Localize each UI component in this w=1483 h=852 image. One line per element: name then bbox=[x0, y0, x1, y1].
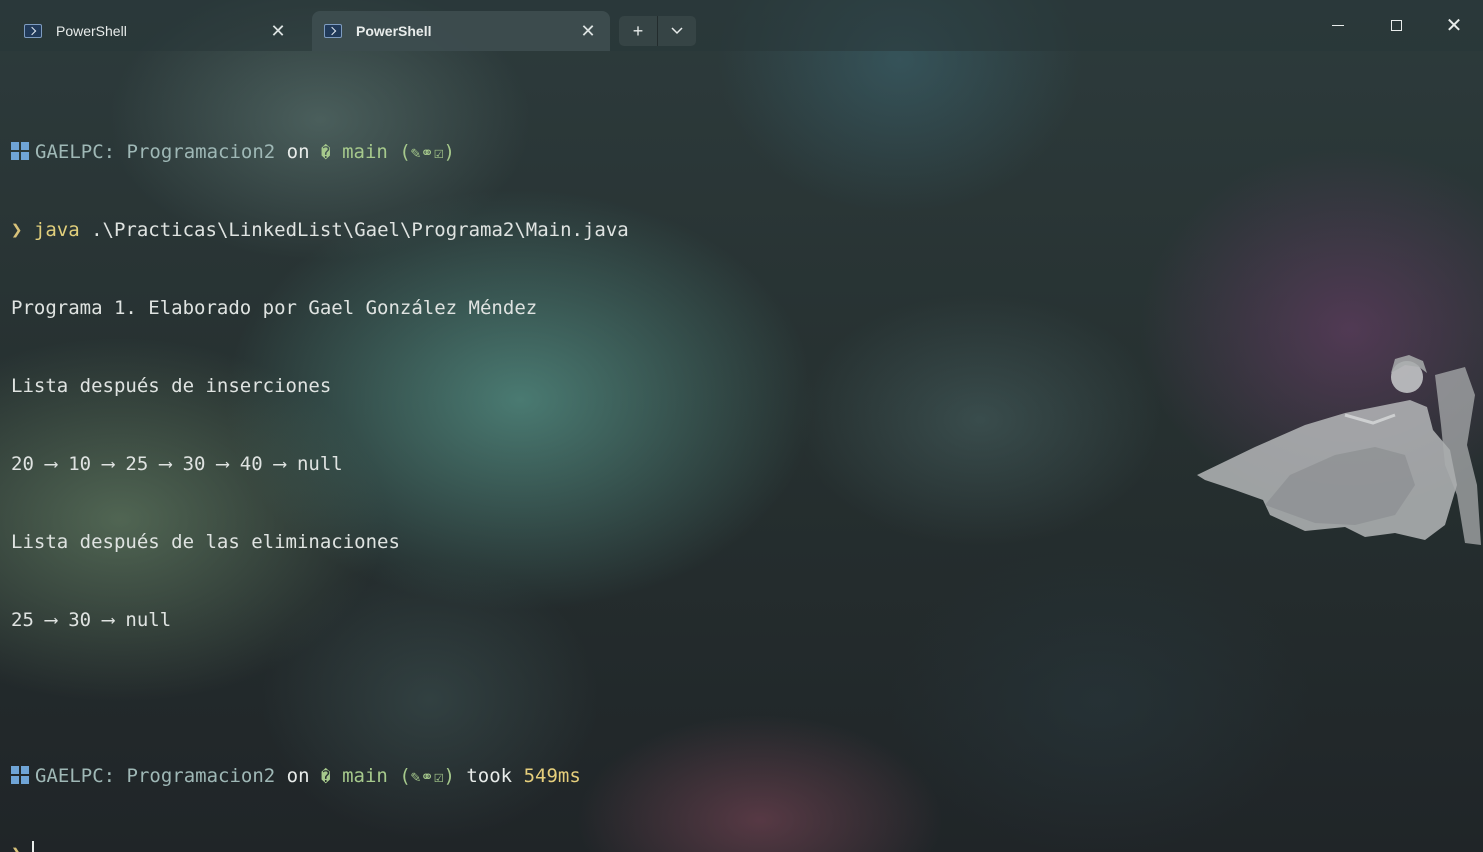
prompt-host: GAELPC: Programacion2 bbox=[35, 765, 276, 787]
close-tab-icon[interactable]: ✕ bbox=[264, 17, 292, 45]
powershell-icon bbox=[24, 24, 42, 38]
powershell-icon bbox=[324, 24, 342, 38]
prompt-line: GAELPC: Programacion2 on � main (✎⚭☑) to… bbox=[11, 763, 629, 789]
git-status-open: ( bbox=[399, 141, 411, 163]
background-character-illustration bbox=[1197, 355, 1481, 545]
tab-actions: + bbox=[619, 16, 696, 46]
prompt-branch: main bbox=[342, 141, 388, 163]
maximize-button[interactable] bbox=[1367, 0, 1425, 51]
git-status-icons: ✎⚭☑ bbox=[410, 767, 444, 786]
close-icon: ✕ bbox=[1445, 14, 1463, 37]
prompt-on: on bbox=[286, 141, 310, 163]
output-line: Lista después de inserciones bbox=[11, 375, 332, 397]
windows-icon bbox=[11, 142, 29, 160]
tab-label: PowerShell bbox=[356, 23, 432, 39]
git-status-close: ) bbox=[443, 141, 455, 163]
chevron-down-icon bbox=[671, 27, 683, 35]
git-status-icons: ✎⚭☑ bbox=[410, 143, 444, 162]
output-line: Lista después de las eliminaciones bbox=[11, 531, 400, 553]
text-cursor bbox=[32, 841, 35, 852]
git-status-open: ( bbox=[399, 765, 411, 787]
command-line: ❯ java .\Practicas\LinkedList\Gael\Progr… bbox=[11, 217, 629, 243]
took-label: took bbox=[466, 765, 513, 787]
title-bar: PowerShell ✕ PowerShell ✕ + ✕ bbox=[0, 0, 1483, 51]
maximize-icon bbox=[1390, 20, 1402, 31]
close-window-button[interactable]: ✕ bbox=[1425, 0, 1483, 51]
input-line[interactable]: ❯ bbox=[11, 841, 629, 852]
command-args: .\Practicas\LinkedList\Gael\Programa2\Ma… bbox=[79, 219, 629, 241]
minimize-button[interactable] bbox=[1309, 0, 1367, 51]
windows-icon bbox=[11, 766, 29, 784]
output-line: Programa 1. Elaborado por Gael González … bbox=[11, 297, 538, 319]
prompt-host: GAELPC: Programacion2 bbox=[35, 141, 276, 163]
git-status-close: ) bbox=[443, 765, 455, 787]
output-line: 25 ⟶ 30 ⟶ null bbox=[11, 609, 172, 631]
git-branch-icon: � bbox=[321, 143, 331, 162]
tab-powershell-1[interactable]: PowerShell ✕ bbox=[12, 11, 300, 51]
close-tab-icon[interactable]: ✕ bbox=[574, 17, 602, 45]
prompt-on: on bbox=[286, 765, 310, 787]
command-duration: 549ms bbox=[523, 765, 581, 787]
prompt-line: GAELPC: Programacion2 on � main (✎⚭☑) bbox=[11, 139, 629, 165]
git-branch-icon: � bbox=[321, 767, 331, 786]
prompt-symbol: ❯ bbox=[11, 843, 22, 852]
prompt-branch: main bbox=[342, 765, 388, 787]
tab-dropdown-button[interactable] bbox=[658, 16, 696, 46]
output-line: 20 ⟶ 10 ⟶ 25 ⟶ 30 ⟶ 40 ⟶ null bbox=[11, 453, 343, 475]
terminal-output[interactable]: GAELPC: Programacion2 on � main (✎⚭☑) ❯ … bbox=[11, 87, 629, 852]
window-controls: ✕ bbox=[1309, 0, 1483, 51]
tab-label: PowerShell bbox=[56, 23, 127, 39]
tab-powershell-2[interactable]: PowerShell ✕ bbox=[312, 11, 610, 51]
command-name: java bbox=[33, 219, 80, 241]
new-tab-button[interactable]: + bbox=[619, 16, 657, 46]
minimize-icon bbox=[1332, 25, 1344, 26]
prompt-symbol: ❯ bbox=[11, 219, 23, 241]
